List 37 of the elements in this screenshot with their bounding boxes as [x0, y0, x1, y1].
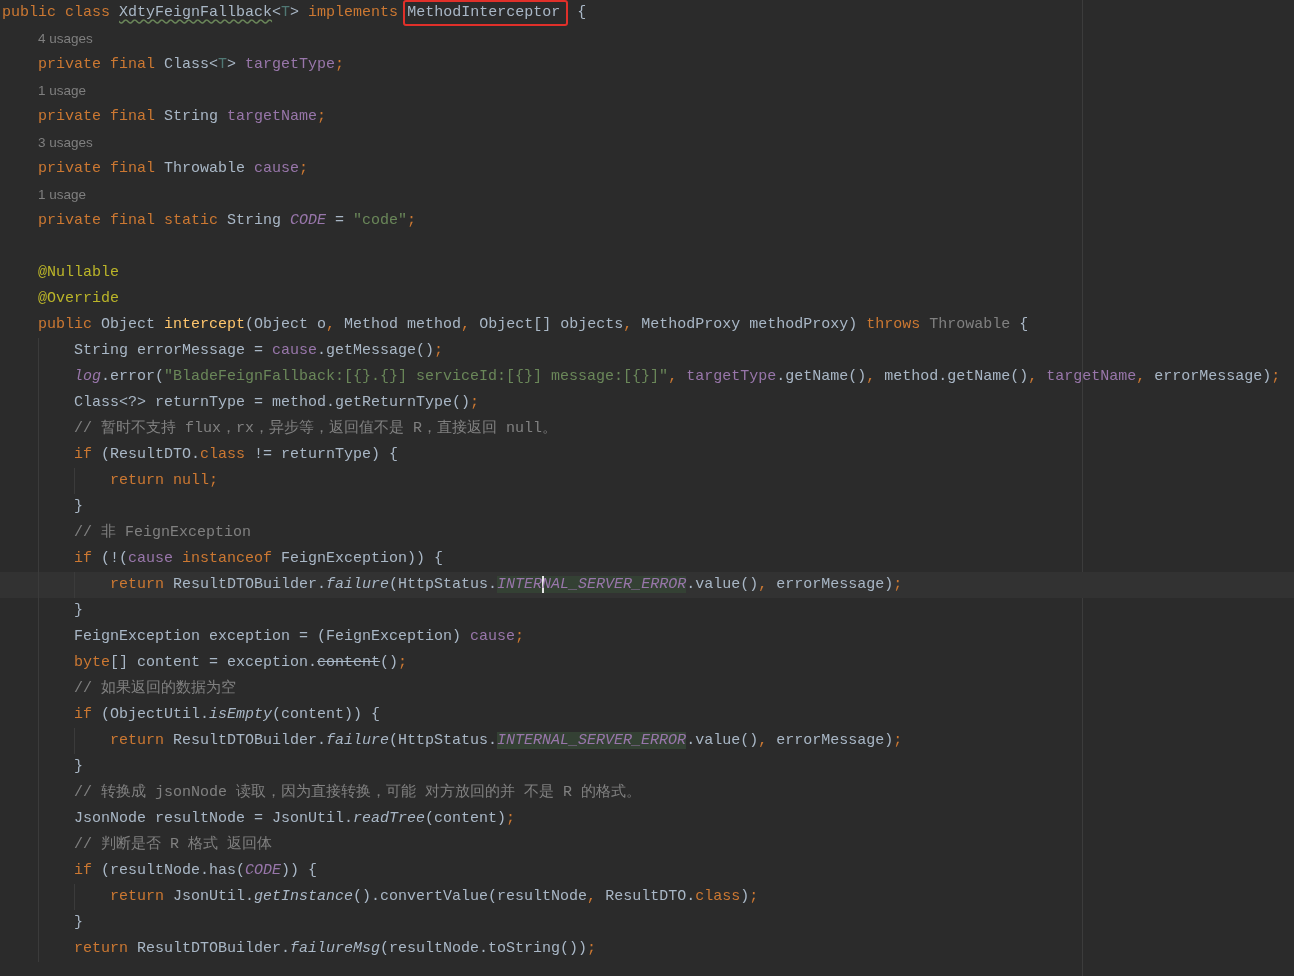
code-line: }	[74, 912, 83, 933]
code-line: if (resultNode.has(CODE)) {	[74, 860, 318, 881]
usage-hint[interactable]: 1 usage	[38, 184, 87, 206]
code-line: return null;	[110, 470, 219, 491]
code-line: if (!(cause instanceof FeignException)) {	[74, 548, 444, 569]
code-line: private final Throwable cause;	[38, 158, 309, 179]
code-line: if (ResultDTO.class != returnType) {	[74, 444, 399, 465]
code-line: // 判断是否 R 格式 返回体	[74, 834, 272, 855]
code-line: // 转换成 jsonNode 读取，因为直接转换，可能 对方放回的并 不是 R 的格式。	[74, 782, 642, 803]
code-line: }	[74, 600, 83, 621]
usage-hint[interactable]: 3 usages	[38, 132, 93, 154]
code-line: String errorMessage = cause.getMessage();	[74, 340, 444, 361]
code-line: byte[] content = exception.content();	[74, 652, 408, 673]
code-line: if (ObjectUtil.isEmpty(content)) {	[74, 704, 381, 725]
code-line: @Nullable	[38, 262, 119, 283]
code-line: // 暂时不支持 flux，rx，异步等，返回值不是 R，直接返回 null。	[74, 418, 558, 439]
code-line: }	[74, 496, 83, 517]
code-line: return ResultDTOBuilder.failure(HttpStatus.INTERNAL_SERVER_ERROR.value(), errorMessage);	[110, 730, 903, 751]
code-line: // 如果返回的数据为空	[74, 678, 236, 699]
code-line: Class<?> returnType = method.getReturnType();	[74, 392, 480, 413]
code-line: }	[74, 756, 83, 777]
usage-hint[interactable]: 4 usages	[38, 28, 93, 50]
usage-hint[interactable]: 1 usage	[38, 80, 87, 102]
code-line: {	[576, 2, 587, 23]
highlighted-identifier: MethodInterceptor	[403, 0, 569, 27]
code-line: log.error("BladeFeignFallback:[{}.{}] serviceId:[{}] message:[{}]", targetType.getName(), method.getName(), targetName, errorMessage);	[74, 366, 1281, 387]
code-line: public class XdtyFeignFallback<T> implements	[2, 2, 400, 23]
code-line: return ResultDTOBuilder.failureMsg(resultNode.toString());	[74, 938, 597, 959]
code-line: @Override	[38, 288, 119, 309]
code-line: private final static String CODE = "code";	[38, 210, 417, 231]
code-line: JsonNode resultNode = JsonUtil.readTree(content);	[74, 808, 516, 829]
code-line: private final Class<T> targetType;	[38, 54, 345, 75]
code-line: FeignException exception = (FeignException) cause;	[74, 626, 525, 647]
code-line: private final String targetName;	[38, 106, 327, 127]
code-line: return JsonUtil.getInstance().convertValue(resultNode, ResultDTO.class);	[110, 886, 759, 907]
code-line: public Object intercept(Object o, Method method, Object[] objects, MethodProxy methodProxy) throws Throwable {	[38, 314, 1029, 335]
code-line: // 非 FeignException	[74, 522, 252, 543]
